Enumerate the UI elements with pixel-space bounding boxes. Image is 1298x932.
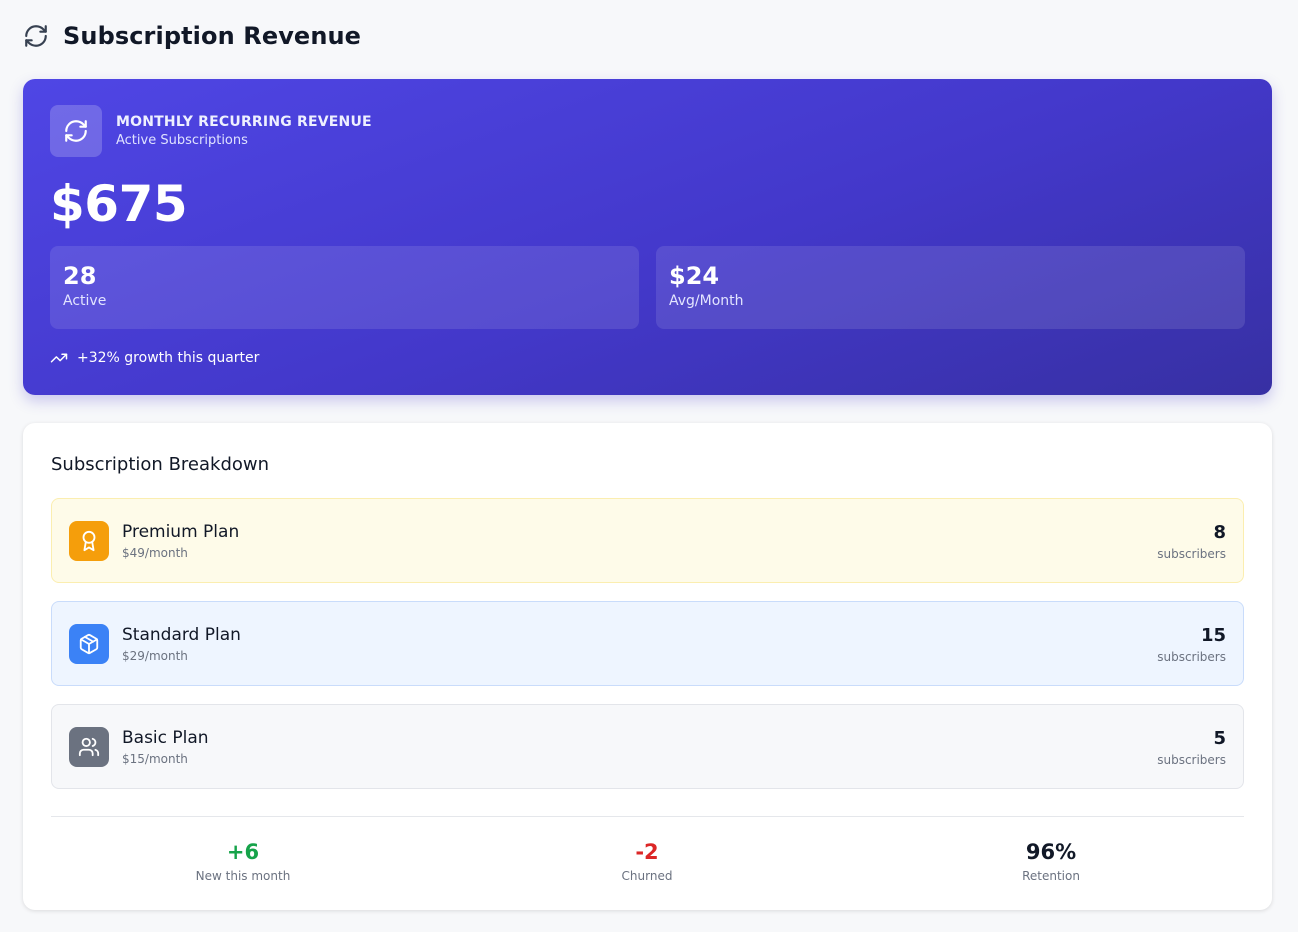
mrr-amount: $675 [50, 175, 188, 233]
mrr-card-title: MONTHLY RECURRING REVENUE [116, 114, 372, 130]
package-icon [69, 623, 109, 664]
plan-price: $29/month [122, 649, 188, 663]
plan-subscriber-label: subscribers [1157, 752, 1226, 767]
new-this-month-label: New this month [195, 869, 291, 883]
breakdown-title: Subscription Breakdown [51, 454, 270, 475]
mrr-card-subtitle: Active Subscriptions [116, 133, 248, 148]
plan-subscriber-count: 8 [1213, 521, 1226, 543]
award-icon [69, 520, 109, 561]
plan-subscriber-label: subscribers [1157, 546, 1226, 561]
subscription-breakdown-card: Subscription Breakdown Premium Plan $49/… [23, 423, 1272, 910]
avg-month-stat-label: Avg/Month [669, 293, 744, 309]
churned-label: Churned [621, 869, 673, 883]
active-stat-value: 28 [63, 262, 97, 290]
avg-month-stat: $24 Avg/Month [656, 246, 1245, 329]
plan-row-basic[interactable]: Basic Plan $15/month 5 subscribers [51, 704, 1244, 789]
page: Subscription Revenue MONTHLY RECURRING R… [0, 0, 1298, 932]
churned-stat: -2 Churned [445, 839, 849, 883]
new-this-month-stat: +6 New this month [41, 839, 445, 883]
plan-price: $15/month [122, 752, 188, 766]
users-icon [69, 726, 109, 767]
page-title: Subscription Revenue [63, 22, 362, 50]
plan-subscriber-label: subscribers [1157, 649, 1226, 664]
plan-row-standard[interactable]: Standard Plan $29/month 15 subscribers [51, 601, 1244, 686]
growth-text: +32% growth this quarter [77, 350, 260, 366]
trending-up-icon [50, 349, 68, 367]
plan-name: Premium Plan [122, 522, 240, 542]
plan-subscriber-count: 5 [1213, 727, 1226, 749]
churned-value: -2 [635, 840, 659, 864]
active-stat: 28 Active [50, 246, 639, 329]
retention-label: Retention [1022, 869, 1080, 883]
avg-month-stat-value: $24 [669, 262, 720, 290]
retention-value: 96% [1025, 840, 1077, 864]
plan-name: Basic Plan [122, 728, 209, 748]
retention-stat: 96% Retention [849, 839, 1253, 883]
refresh-icon [50, 105, 102, 157]
plan-name: Standard Plan [122, 625, 241, 645]
plan-row-premium[interactable]: Premium Plan $49/month 8 subscribers [51, 498, 1244, 583]
refresh-icon [23, 23, 49, 49]
mrr-card-header: MONTHLY RECURRING REVENUE Active Subscri… [50, 105, 372, 157]
page-header: Subscription Revenue [23, 20, 361, 52]
growth-note: +32% growth this quarter [50, 349, 259, 367]
plan-price: $49/month [122, 546, 188, 560]
active-stat-label: Active [63, 293, 107, 309]
mrr-card: MONTHLY RECURRING REVENUE Active Subscri… [23, 79, 1272, 395]
divider [51, 816, 1244, 817]
plan-subscriber-count: 15 [1200, 624, 1226, 646]
new-this-month-value: +6 [226, 840, 260, 864]
